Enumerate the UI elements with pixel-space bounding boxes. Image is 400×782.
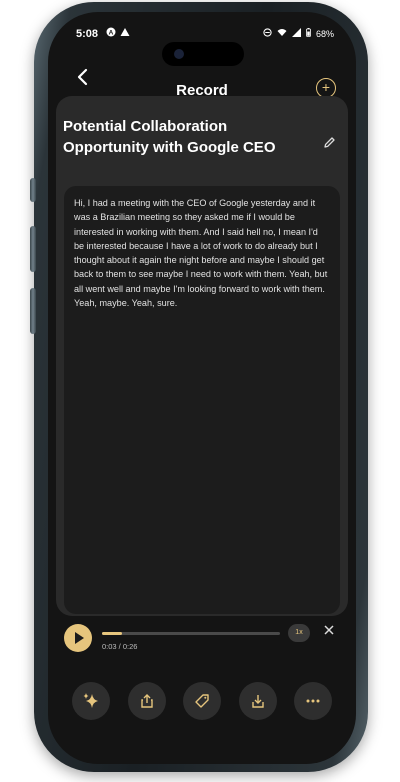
tag-button[interactable] xyxy=(183,682,221,720)
battery-level: 68% xyxy=(315,28,334,39)
play-button[interactable] xyxy=(64,624,92,652)
status-left-icons: A xyxy=(106,27,130,40)
action-bar xyxy=(72,682,332,720)
svg-text:A: A xyxy=(109,30,114,37)
progress-slider[interactable] xyxy=(102,632,280,635)
note-card: Potential Collaboration Opportunity with… xyxy=(56,96,348,616)
phone-action-button xyxy=(30,178,36,202)
add-button[interactable]: + xyxy=(316,78,336,98)
more-icon xyxy=(306,699,320,703)
tag-icon xyxy=(195,694,209,708)
status-time: 5:08 xyxy=(76,28,99,40)
status-right-icons: 68% xyxy=(263,28,334,39)
playback-speed-button[interactable]: 1x xyxy=(288,624,310,642)
download-icon xyxy=(251,695,264,708)
download-button[interactable] xyxy=(238,682,277,720)
edit-title-button[interactable] xyxy=(323,136,336,153)
wifi-icon xyxy=(277,28,287,39)
dynamic-island xyxy=(162,42,244,66)
audio-player: 0:03 / 0:26 1x xyxy=(48,622,356,666)
do-not-disturb-icon xyxy=(263,28,272,39)
more-options-button[interactable] xyxy=(294,682,332,720)
note-title: Potential Collaboration Opportunity with… xyxy=(63,118,276,156)
share-button[interactable] xyxy=(127,682,166,720)
time-readout: 0:03 / 0:26 xyxy=(102,642,138,651)
phone-volume-up-button xyxy=(30,226,36,272)
progress-fill xyxy=(102,632,123,635)
close-icon xyxy=(324,625,334,635)
transcript-text: Hi, I had a meeting with the CEO of Goog… xyxy=(74,198,328,309)
ai-summary-button[interactable] xyxy=(72,682,110,720)
battery-icon xyxy=(306,28,311,39)
transcript-box[interactable]: Hi, I had a meeting with the CEO of Goog… xyxy=(64,186,340,614)
signal-icon xyxy=(291,28,301,39)
close-player-button[interactable] xyxy=(324,622,334,638)
share-icon xyxy=(140,694,153,708)
phone-volume-down-button xyxy=(30,288,36,334)
camera-lens xyxy=(174,49,184,59)
plus-circle-icon: + xyxy=(321,79,331,95)
sparkles-icon xyxy=(83,693,98,708)
notification-a-icon: A xyxy=(106,27,116,40)
warning-icon xyxy=(120,27,130,40)
pencil-icon xyxy=(324,137,335,148)
app-screen: 5:08 A 68% Record + Potential Collaborat… xyxy=(48,12,356,764)
